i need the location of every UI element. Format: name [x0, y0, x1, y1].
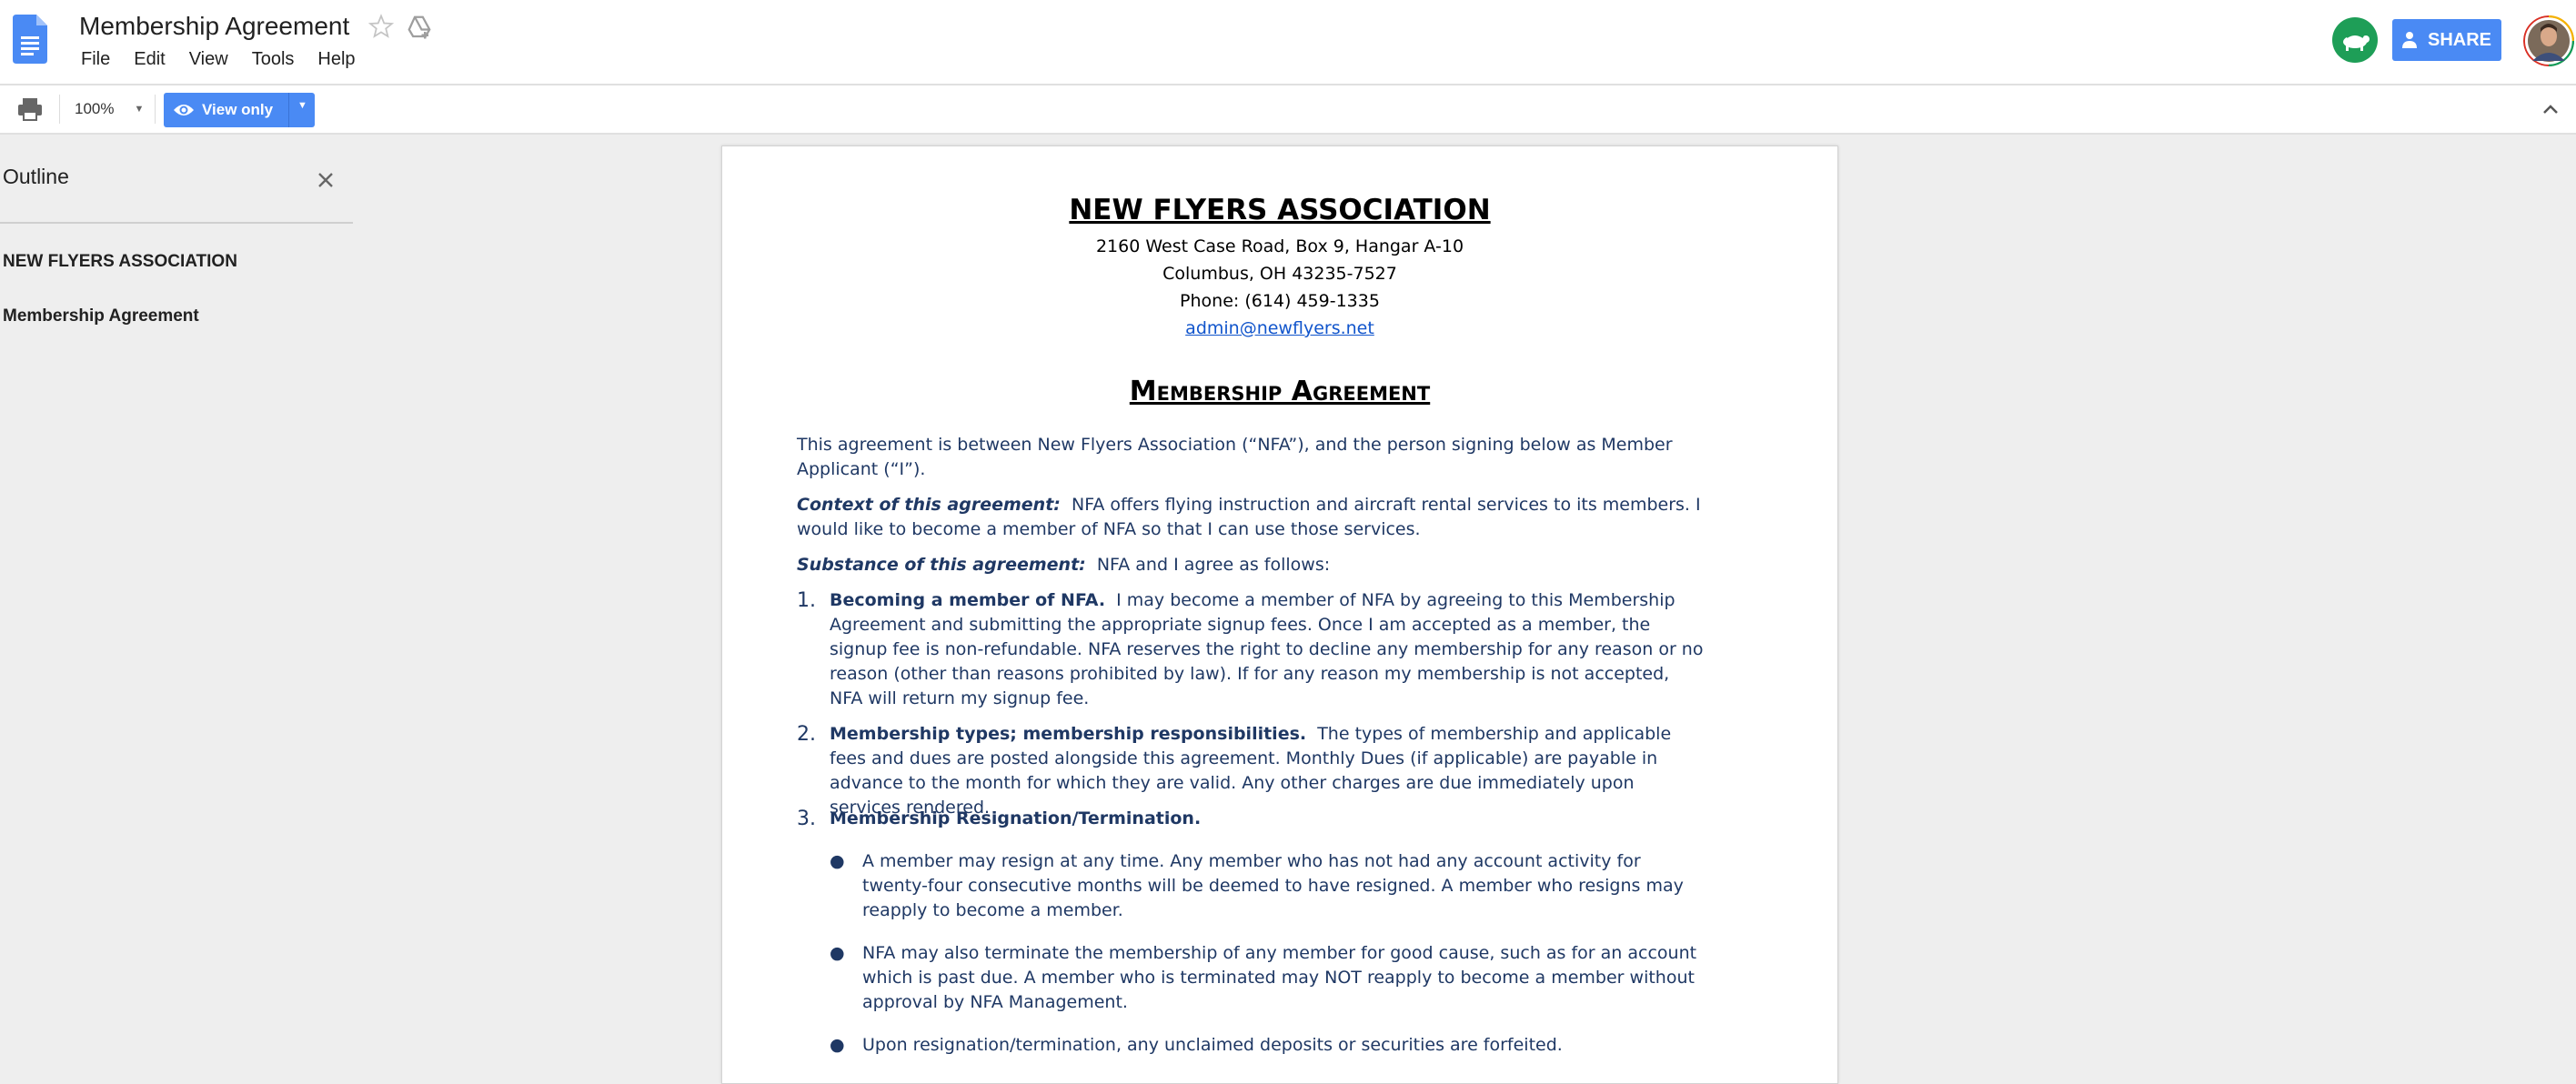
menu-help[interactable]: Help — [316, 49, 357, 70]
toolbar: 100% ▼ View only ▼ — [0, 85, 2576, 135]
intro-paragraph: This agreement is between New Flyers Ass… — [797, 435, 1673, 479]
toolbar-divider — [59, 95, 60, 124]
document-title[interactable]: Membership Agreement — [79, 12, 349, 41]
outline-panel: Outline NEW FLYERS ASSOCIATION Membershi… — [0, 135, 353, 1069]
item-body: Membership Resignation/Termination. — [830, 807, 1706, 831]
menu-file[interactable]: File — [79, 49, 112, 70]
menu-bar: File Edit View Tools Help — [79, 49, 377, 70]
button-separator — [288, 93, 289, 127]
item-heading: Becoming a member of NFA. — [830, 590, 1106, 610]
app-header: Membership Agreement File Edit View Tool… — [0, 0, 2576, 85]
print-icon[interactable] — [16, 96, 44, 122]
agreement-title: Membership Agreement — [1129, 376, 1431, 407]
item-number: 1. — [797, 589, 816, 612]
item-number: 3. — [797, 808, 816, 830]
eye-icon — [174, 105, 194, 115]
toolbar-divider — [155, 95, 156, 124]
bullet-dot: ● — [830, 1035, 845, 1055]
menu-view[interactable]: View — [187, 49, 230, 70]
share-label: SHARE — [2427, 29, 2491, 50]
outline-divider — [0, 222, 353, 224]
bullet-text: A member may resign at any time. Any mem… — [862, 851, 1684, 920]
view-only-label: View only — [202, 101, 274, 118]
bullet-dot: ● — [830, 943, 845, 963]
bullet-text: NFA may also terminate the membership of… — [862, 943, 1697, 1012]
drive-icon[interactable] — [406, 14, 433, 41]
account-avatar[interactable] — [2523, 15, 2574, 66]
zoom-value: 100% — [75, 100, 115, 117]
star-icon[interactable] — [367, 13, 395, 40]
item-heading: Membership Resignation/Termination. — [830, 808, 1202, 828]
menu-tools[interactable]: Tools — [250, 49, 297, 70]
item-body: Becoming a member of NFA. I may become a… — [830, 588, 1706, 711]
caret-down-icon: ▼ — [134, 104, 145, 115]
substance-text: NFA and I agree as follows: — [1096, 555, 1331, 575]
address-line-1: 2160 West Case Road, Box 9, Hangar A-10 — [1095, 236, 1464, 256]
item-heading: Membership types; membership responsibil… — [830, 724, 1307, 744]
menu-edit[interactable]: Edit — [132, 49, 166, 70]
document-page: NEW FLYERS ASSOCIATION 2160 West Case Ro… — [721, 146, 1838, 1084]
item-body: Membership types; membership responsibil… — [830, 722, 1706, 820]
anonymous-animal-icon — [2343, 34, 2370, 51]
share-button[interactable]: SHARE — [2392, 19, 2501, 61]
outline-item-membership-agreement[interactable]: Membership Agreement — [3, 306, 199, 326]
context-paragraph: Context of this agreement: NFA offers fl… — [797, 493, 1706, 542]
caret-down-icon[interactable]: ▼ — [297, 100, 307, 111]
bullet-dot: ● — [830, 851, 845, 871]
outline-heading: Outline — [3, 165, 69, 188]
anonymous-viewer-avatar[interactable] — [2332, 17, 2378, 63]
email-link[interactable]: admin@newflyers.net — [722, 315, 1837, 342]
org-name-heading: NEW FLYERS ASSOCIATION — [1069, 194, 1491, 226]
bullet-text: Upon resignation/termination, any unclai… — [862, 1035, 1563, 1055]
person-icon — [2401, 32, 2417, 48]
substance-label: Substance of this agreement: — [797, 555, 1086, 575]
phone-line: Phone: (614) 459-1335 — [1180, 291, 1380, 311]
chevron-up-icon[interactable] — [2538, 96, 2563, 122]
substance-paragraph: Substance of this agreement: NFA and I a… — [797, 553, 1706, 577]
view-only-mode-button[interactable]: View only ▼ — [164, 93, 315, 127]
profile-photo — [2523, 15, 2574, 66]
close-icon[interactable] — [313, 167, 338, 193]
docs-logo-icon[interactable] — [13, 15, 47, 64]
zoom-select[interactable]: 100% ▼ — [75, 95, 144, 124]
outline-item-org-name[interactable]: NEW FLYERS ASSOCIATION — [3, 252, 237, 272]
address-line-2: Columbus, OH 43235-7527 — [1162, 264, 1397, 284]
item-number: 2. — [797, 723, 816, 746]
context-label: Context of this agreement: — [797, 495, 1061, 515]
